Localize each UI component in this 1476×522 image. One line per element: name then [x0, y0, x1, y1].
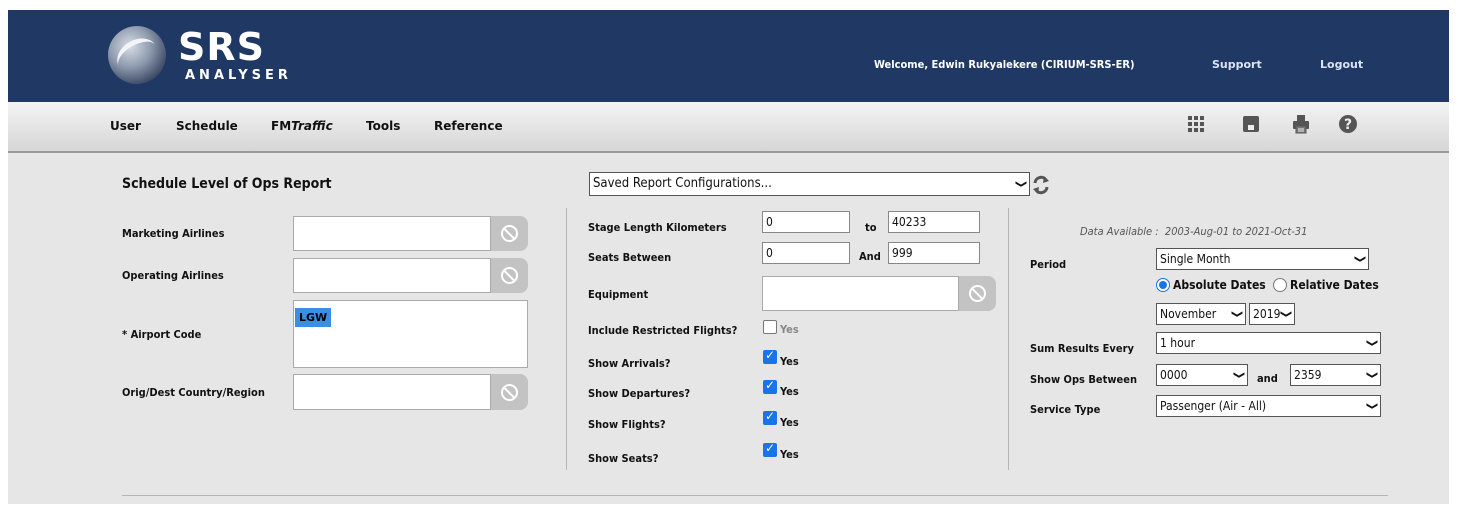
absolute-dates-radio[interactable] — [1156, 278, 1170, 292]
chevron-down-icon: ❯ — [1279, 309, 1293, 319]
show-seats-checkbox[interactable] — [763, 441, 777, 457]
period-label: Period — [1030, 258, 1067, 271]
chevron-down-icon: ❯ — [1353, 254, 1367, 264]
stage-length-from-input[interactable]: 0 — [762, 211, 850, 233]
menu-bar: User Schedule FMTraffic Tools Reference … — [8, 102, 1449, 153]
menu-fmtraffic-suffix: Traffic — [291, 119, 333, 133]
orig-dest-clear-button[interactable] — [491, 374, 528, 410]
ops-to-value: 2359 — [1294, 368, 1322, 382]
chevron-down-icon: ❯ — [1365, 370, 1379, 380]
clear-icon — [969, 285, 986, 302]
sum-results-value: 1 hour — [1160, 336, 1196, 350]
svg-text:?: ? — [1344, 117, 1352, 133]
operating-airlines-clear-button[interactable] — [491, 258, 528, 293]
menu-fmtraffic-prefix: FM — [271, 119, 292, 133]
month-value: November — [1160, 307, 1217, 321]
show-seats-label: Show Seats? — [588, 452, 659, 465]
chevron-down-icon: ❯ — [1232, 370, 1246, 380]
seats-to-input[interactable]: 999 — [888, 242, 980, 264]
show-flights-label: Show Flights? — [588, 418, 666, 431]
equipment-input[interactable] — [762, 276, 959, 311]
relative-dates-radio[interactable] — [1273, 278, 1287, 292]
logo-title: SRS — [178, 25, 265, 69]
sum-results-select[interactable]: 1 hour ❯ — [1156, 332, 1381, 354]
include-restricted-label: Include Restricted Flights? — [588, 324, 738, 337]
seats-from-input[interactable]: 0 — [762, 242, 850, 264]
refresh-icon[interactable] — [1032, 175, 1050, 195]
menu-reference[interactable]: Reference — [434, 119, 503, 133]
menu-schedule[interactable]: Schedule — [176, 119, 238, 133]
bottom-divider — [122, 495, 1388, 496]
menu-user[interactable]: User — [110, 119, 141, 133]
show-departures-yes: Yes — [780, 385, 799, 398]
equipment-label: Equipment — [588, 288, 649, 301]
logout-link[interactable]: Logout — [1320, 58, 1363, 71]
data-available-text: Data Available : 2003-Aug-01 to 2021-Oct… — [1080, 225, 1308, 238]
ops-to-select[interactable]: 2359 ❯ — [1290, 364, 1381, 386]
chevron-down-icon: ❯ — [1230, 309, 1244, 319]
period-select[interactable]: Single Month ❯ — [1156, 248, 1369, 270]
menu-tools[interactable]: Tools — [366, 119, 400, 133]
welcome-text: Welcome, Edwin Rukyalekere (CIRIUM-SRS-E… — [874, 58, 1135, 71]
equipment-clear-button[interactable] — [959, 276, 996, 311]
clear-icon — [501, 267, 518, 284]
saved-configs-select[interactable]: Saved Report Configurations... ❯ — [589, 172, 1030, 196]
year-select[interactable]: 2019 ❯ — [1249, 303, 1295, 325]
sum-results-label: Sum Results Every — [1030, 342, 1134, 355]
ops-from-value: 0000 — [1160, 368, 1188, 382]
include-restricted-yes: Yes — [780, 323, 799, 336]
show-arrivals-yes: Yes — [780, 355, 799, 368]
airport-code-tag[interactable]: LGW — [295, 308, 332, 327]
clear-icon — [501, 225, 518, 242]
ops-from-select[interactable]: 0000 ❯ — [1156, 364, 1248, 386]
help-icon[interactable]: ? — [1338, 114, 1358, 134]
marketing-airlines-input[interactable] — [293, 216, 491, 251]
header-bar: SRS ANALYSER Welcome, Edwin Rukyalekere … — [8, 10, 1449, 102]
chevron-down-icon: ❯ — [1014, 179, 1028, 189]
show-arrivals-checkbox[interactable] — [763, 348, 777, 364]
month-select[interactable]: November ❯ — [1156, 303, 1246, 325]
operating-airlines-input[interactable] — [293, 258, 491, 293]
show-departures-label: Show Departures? — [588, 387, 691, 400]
logo-subtitle: ANALYSER — [185, 68, 292, 83]
ops-and-label: and — [1257, 372, 1278, 385]
relative-dates-label: Relative Dates — [1290, 278, 1379, 292]
show-flights-yes: Yes — [780, 416, 799, 429]
orig-dest-label: Orig/Dest Country/Region — [122, 386, 265, 399]
stage-length-to-label: to — [865, 221, 877, 234]
include-restricted-checkbox[interactable] — [763, 320, 777, 334]
chevron-down-icon: ❯ — [1365, 401, 1379, 411]
print-icon[interactable] — [1291, 114, 1311, 134]
chevron-down-icon: ❯ — [1365, 338, 1379, 348]
absolute-dates-label: Absolute Dates — [1173, 278, 1266, 292]
show-seats-yes: Yes — [780, 448, 799, 461]
service-type-value: Passenger (Air - All) — [1160, 399, 1267, 413]
marketing-airlines-label: Marketing Airlines — [122, 227, 225, 240]
divider-right — [1008, 208, 1009, 470]
grid-icon[interactable] — [1186, 114, 1206, 134]
period-value: Single Month — [1160, 252, 1231, 266]
show-flights-checkbox[interactable] — [763, 409, 777, 425]
show-ops-label: Show Ops Between — [1030, 373, 1137, 386]
airport-code-label: * Airport Code — [122, 328, 202, 341]
clear-icon — [501, 383, 518, 401]
orig-dest-input[interactable] — [293, 374, 491, 410]
service-type-label: Service Type — [1030, 403, 1101, 416]
show-departures-checkbox[interactable] — [763, 378, 777, 394]
support-link[interactable]: Support — [1212, 58, 1262, 71]
operating-airlines-label: Operating Airlines — [122, 269, 224, 282]
stage-length-to-input[interactable]: 40233 — [888, 211, 980, 233]
service-type-select[interactable]: Passenger (Air - All) ❯ — [1156, 395, 1381, 417]
page-title: Schedule Level of Ops Report — [122, 176, 332, 192]
menu-fmtraffic[interactable]: FMTraffic — [271, 119, 333, 133]
seats-and-label: And — [859, 250, 881, 263]
show-arrivals-label: Show Arrivals? — [588, 357, 671, 370]
app-frame: SRS ANALYSER Welcome, Edwin Rukyalekere … — [8, 10, 1449, 504]
stage-length-label: Stage Length Kilometers — [588, 221, 727, 234]
save-icon[interactable] — [1241, 114, 1261, 134]
divider-left — [566, 208, 567, 470]
saved-configs-value: Saved Report Configurations... — [593, 176, 772, 191]
seats-between-label: Seats Between — [588, 251, 672, 264]
marketing-airlines-clear-button[interactable] — [491, 216, 528, 251]
